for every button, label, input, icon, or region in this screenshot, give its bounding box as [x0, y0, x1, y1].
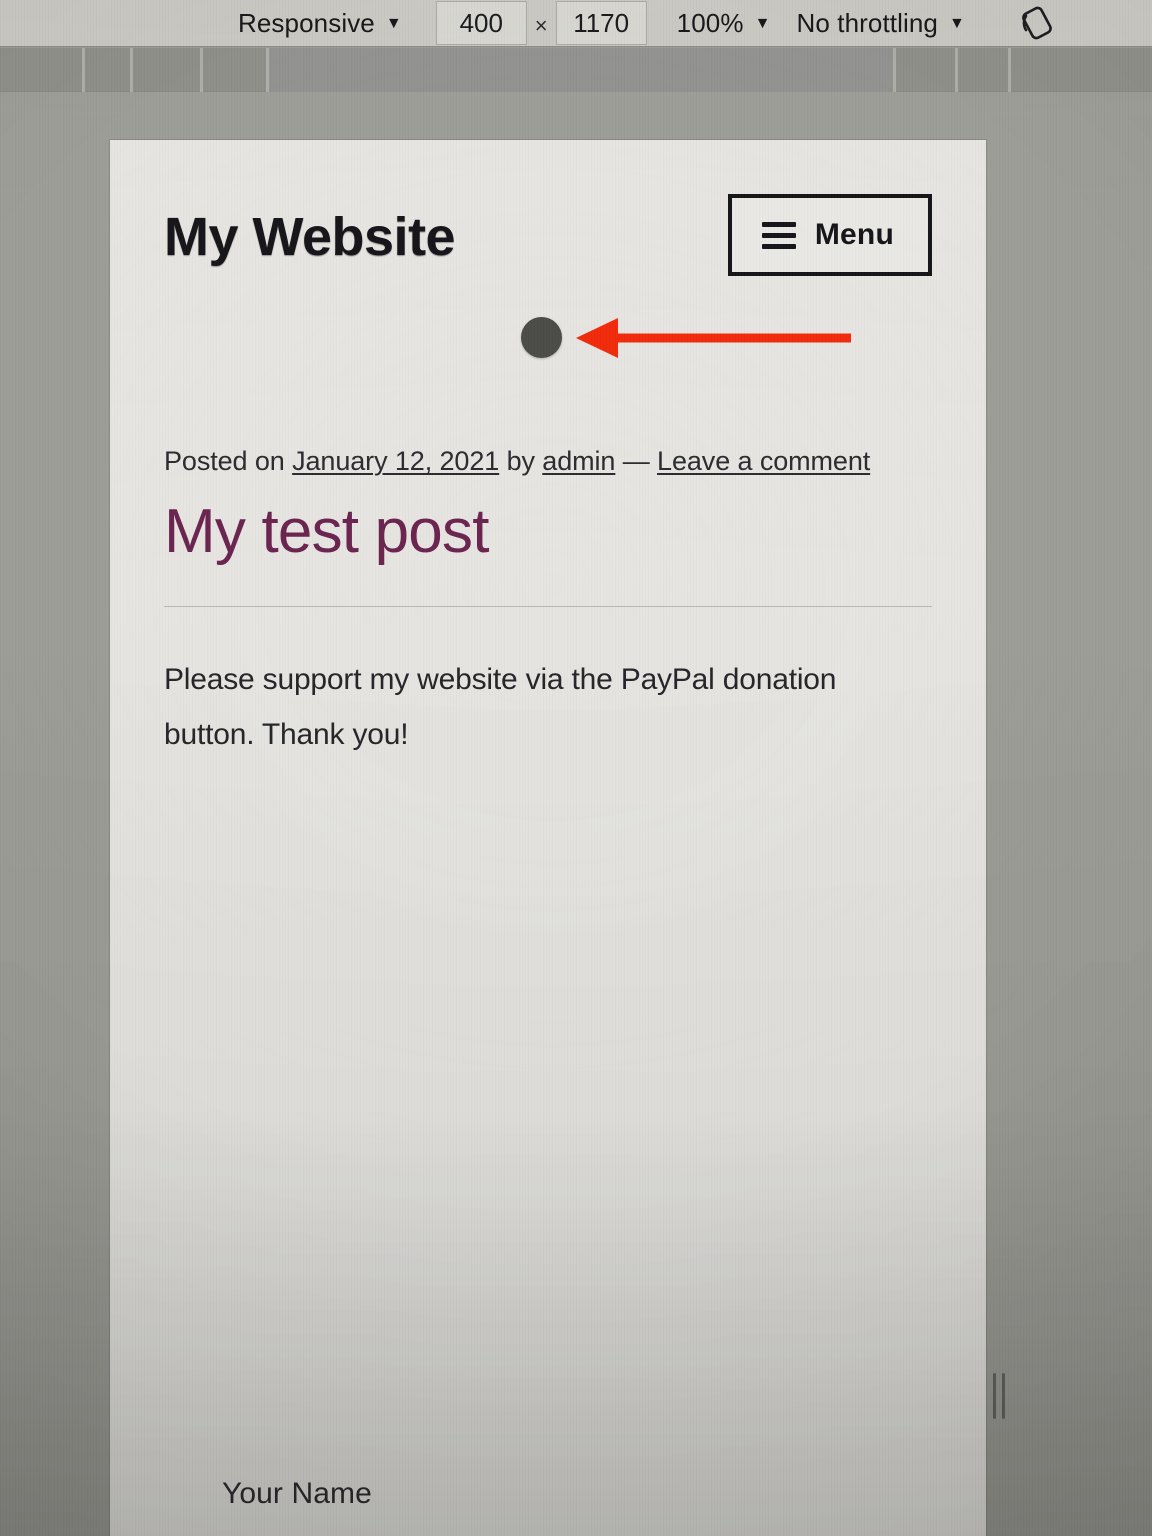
paypal-donate-area	[164, 276, 932, 426]
paypal-donate-button[interactable]	[521, 317, 562, 358]
post-body-text: Please support my website via the PayPal…	[164, 663, 837, 752]
zoom-select[interactable]: 100% ▼	[671, 8, 777, 39]
menu-button[interactable]: Menu	[727, 194, 932, 276]
chevron-down-icon: ▼	[385, 15, 402, 32]
chevron-down-icon: ▼	[754, 15, 771, 32]
viewport-height-input[interactable]: 1170	[555, 1, 647, 45]
ruler-tick	[200, 48, 203, 92]
ruler-page-span	[266, 48, 893, 92]
site-title[interactable]: My Website	[164, 210, 456, 264]
chevron-down-icon: ▼	[948, 15, 965, 32]
leave-a-comment-link[interactable]: Leave a comment	[657, 446, 870, 476]
your-name-label: Your Name	[222, 1477, 372, 1510]
throttling-label: No throttling	[796, 7, 938, 38]
site-header: My Website Menu	[164, 140, 932, 276]
comment-form-area: Your Name	[110, 1376, 986, 1536]
annotation-arrow-icon	[576, 318, 851, 358]
viewport-width-input[interactable]: 400	[435, 1, 527, 45]
zoom-level-label: 100%	[676, 7, 744, 38]
meta-dash: —	[615, 446, 658, 476]
ruler-tick	[1008, 48, 1011, 92]
post-date-link[interactable]: January 12, 2021	[292, 446, 499, 476]
ruler-tick	[893, 48, 896, 92]
post-meta: Posted on January 12, 2021 by admin — Le…	[164, 446, 932, 477]
viewport-height-value: 1170	[573, 7, 630, 38]
throttling-select[interactable]: No throttling ▼	[791, 8, 971, 39]
hamburger-icon	[761, 221, 796, 249]
viewport-resize-handle[interactable]	[990, 1373, 1008, 1419]
device-toolbar: Responsive ▼ 400 × 1170 100% ▼ No thrott…	[0, 0, 1152, 47]
emulated-viewport: My Website Menu Posted on January 12, 20…	[110, 140, 986, 1536]
by-prefix: by	[499, 446, 543, 476]
screenshot-root: Responsive ▼ 400 × 1170 100% ▼ No thrott…	[0, 0, 1152, 1536]
viewport-ruler[interactable]	[0, 48, 1152, 92]
rotate-device-icon[interactable]	[1015, 1, 1059, 45]
device-preset-label: Responsive	[238, 7, 375, 38]
ruler-tick	[955, 48, 958, 92]
ruler-tick	[266, 48, 269, 92]
device-preset-select[interactable]: Responsive ▼	[232, 8, 408, 39]
posted-on-prefix: Posted on	[164, 446, 293, 476]
dimension-separator: ×	[534, 13, 548, 38]
post-title[interactable]: My test post	[164, 497, 932, 566]
viewport-width-value: 400	[459, 7, 503, 38]
ruler-tick	[130, 48, 133, 92]
post-divider	[164, 606, 932, 608]
post-author-link[interactable]: admin	[542, 446, 615, 476]
ruler-tick	[82, 48, 85, 92]
menu-button-label: Menu	[814, 218, 894, 251]
